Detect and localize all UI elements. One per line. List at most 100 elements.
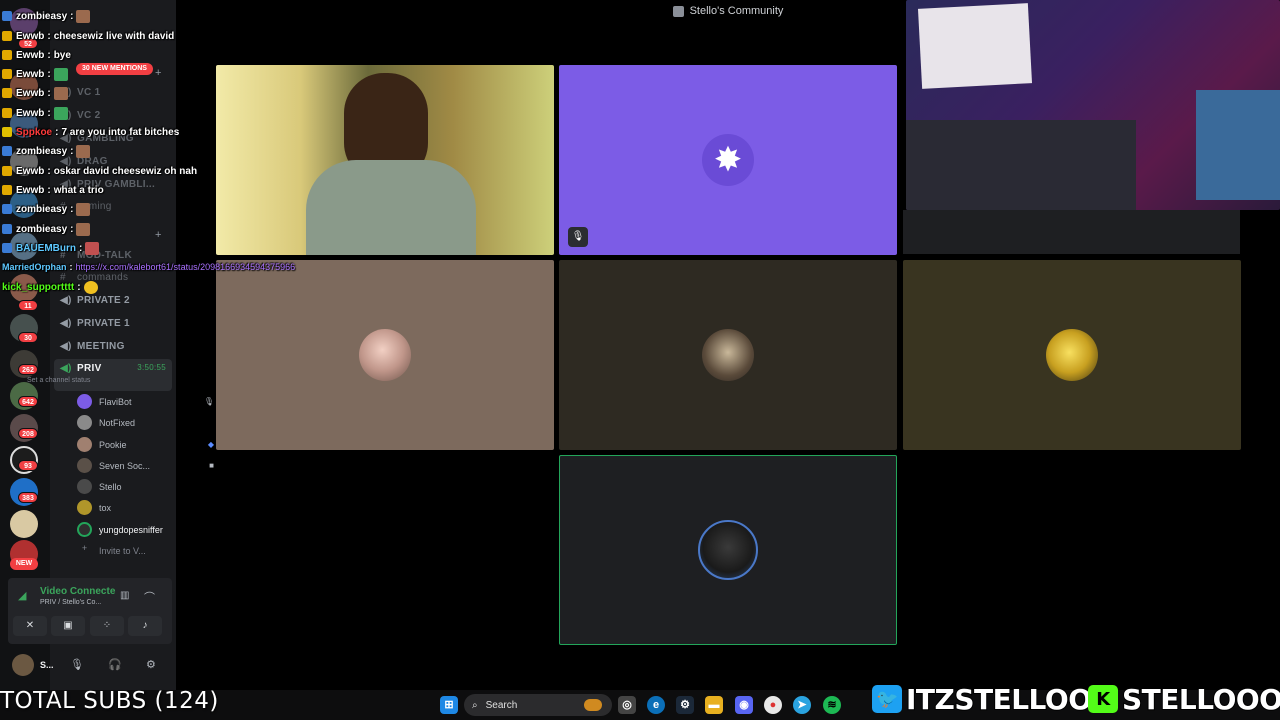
- channel-label: commands: [77, 271, 129, 283]
- video-tile-tox[interactable]: [903, 260, 1241, 450]
- channel-private-1[interactable]: ◀) PRIVATE 1: [54, 313, 172, 333]
- twitter-icon: 🐦: [872, 685, 902, 713]
- participant-video: [306, 160, 476, 255]
- steam-icon[interactable]: ⚙: [676, 696, 694, 714]
- avatar: [77, 437, 92, 452]
- channel-private-2[interactable]: ◀) PRIVATE 2: [54, 290, 172, 310]
- telegram-icon[interactable]: ➤: [793, 696, 811, 714]
- soundboard-button[interactable]: ♪: [128, 616, 162, 636]
- voice-user[interactable]: tox: [77, 498, 219, 517]
- speaker-icon: ◀): [60, 87, 72, 98]
- webcam-overlay: [906, 0, 1280, 210]
- voice-user[interactable]: Pookie ◆: [77, 435, 219, 454]
- channel-gambling[interactable]: ◀) GAMBLING: [54, 128, 172, 148]
- avatar: [702, 329, 754, 381]
- server-icon[interactable]: [10, 232, 38, 260]
- new-badge: NEW: [10, 558, 38, 570]
- kick-label: STELLOOO: [1121, 682, 1280, 717]
- channel-mod-talk[interactable]: # MOD-TALK: [54, 245, 172, 265]
- speaker-icon: ◀): [60, 179, 72, 190]
- badge: 642: [18, 396, 38, 407]
- voice-user[interactable]: Stello: [77, 477, 219, 496]
- file-explorer-icon[interactable]: ▬: [705, 696, 723, 714]
- plus-icon[interactable]: +: [155, 229, 161, 241]
- channel-priv[interactable]: ◀) PRIV 3:50:55: [54, 359, 172, 391]
- channel-priv-gambling[interactable]: ◀) PRIV GAMBLI...: [54, 174, 172, 194]
- banner: [917, 3, 1033, 89]
- noise-suppression-icon[interactable]: ▥: [120, 590, 129, 601]
- speaker-icon: ◀): [60, 318, 72, 329]
- voice-user[interactable]: FlaviBot 🎙: [77, 392, 219, 411]
- edge-icon[interactable]: e: [647, 696, 665, 714]
- camera-off-button[interactable]: ✕: [13, 616, 47, 636]
- avatar: [77, 500, 92, 515]
- mic-icon: 🎙: [203, 397, 214, 406]
- avatar: [359, 329, 411, 381]
- speaker-icon: ◀): [60, 341, 72, 352]
- windows-start-icon[interactable]: ⊞: [440, 696, 458, 714]
- server-icon[interactable]: [10, 510, 38, 538]
- discord-icon[interactable]: ◉: [735, 696, 753, 714]
- server-icon[interactable]: [10, 274, 38, 302]
- channel-commands[interactable]: # commands: [54, 267, 172, 287]
- mic-icon[interactable]: 🎙: [70, 658, 84, 671]
- hash-icon: #: [60, 272, 66, 283]
- avatar: [77, 394, 92, 409]
- search-placeholder: Search: [485, 699, 518, 711]
- badge: 30: [18, 332, 38, 343]
- gear-icon[interactable]: ⚙: [146, 658, 156, 671]
- channel-gaming[interactable]: # gaming: [54, 196, 172, 216]
- monitor: [1196, 90, 1280, 200]
- invite-to-voice[interactable]: + Invite to V...: [77, 541, 167, 560]
- badge: 383: [18, 492, 38, 503]
- channel-vc-2[interactable]: ◀) VC 2: [54, 105, 172, 125]
- voice-user[interactable]: yungdopesniffer: [77, 520, 176, 539]
- spotify-icon[interactable]: ≋: [823, 696, 841, 714]
- video-tile-camera[interactable]: [216, 65, 554, 255]
- voice-user[interactable]: NotFixed: [77, 413, 219, 432]
- server-icon[interactable]: [10, 190, 38, 218]
- activities-button[interactable]: ⁘: [90, 616, 124, 636]
- channel-label: DRAG: [77, 155, 108, 167]
- headphones-icon[interactable]: 🎧: [108, 658, 122, 671]
- voice-channel-path[interactable]: PRIV / Stello's Co...: [40, 599, 101, 606]
- channel-label: PRIV GAMBLI...: [77, 178, 156, 190]
- disconnect-icon[interactable]: ⌒: [144, 589, 155, 605]
- video-tile[interactable]: [903, 210, 1240, 254]
- total-subs-counter: TOTAL SUBS (124): [0, 688, 219, 714]
- twitter-label: ITZSTELLOO: [905, 682, 1093, 717]
- server-icon[interactable]: [10, 8, 38, 36]
- server-icon[interactable]: [10, 148, 38, 176]
- chrome-icon[interactable]: ●: [764, 696, 782, 714]
- app-icon[interactable]: ◎: [618, 696, 636, 714]
- voice-user[interactable]: Seven Soc... ■: [77, 456, 219, 475]
- video-tile-pookie[interactable]: [559, 260, 897, 450]
- badge: 93: [18, 460, 38, 471]
- avatar[interactable]: [12, 654, 34, 676]
- speaker-icon: ◀): [60, 110, 72, 121]
- hash-icon: #: [60, 201, 66, 212]
- speaker-icon: ◀): [60, 133, 72, 144]
- server-icon: [672, 5, 684, 17]
- avatar: [77, 479, 92, 494]
- username[interactable]: S...: [40, 660, 54, 670]
- video-tile-notfixed[interactable]: [216, 260, 554, 450]
- new-mentions-pill[interactable]: 30 NEW MENTIONS: [76, 63, 153, 75]
- twitter-handle: 🐦 ITZSTELLOO: [872, 682, 1093, 717]
- video-tile-yungdopesniffer[interactable]: [559, 455, 897, 645]
- screen-share-button[interactable]: ▣: [51, 616, 85, 636]
- channel-label: GAMBLING: [77, 132, 134, 144]
- channel-status[interactable]: Set a channel status: [27, 377, 90, 384]
- mic-icon: 🎙: [568, 227, 588, 247]
- channel-drag[interactable]: ◀) DRAG: [54, 151, 172, 171]
- voice-status: Video Connecte: [40, 586, 116, 597]
- channel-meeting[interactable]: ◀) MEETING: [54, 336, 172, 356]
- plus-icon[interactable]: +: [155, 67, 161, 79]
- kick-icon: K: [1088, 685, 1118, 713]
- server-icon[interactable]: [10, 110, 38, 138]
- call-timer: 3:50:55: [137, 363, 166, 372]
- server-icon[interactable]: [10, 72, 38, 100]
- channel-vc-1[interactable]: ◀) VC 1: [54, 82, 172, 102]
- video-tile-flavibot[interactable]: ✸ 🎙: [559, 65, 897, 255]
- taskbar-search[interactable]: ⌕ Search: [464, 694, 612, 716]
